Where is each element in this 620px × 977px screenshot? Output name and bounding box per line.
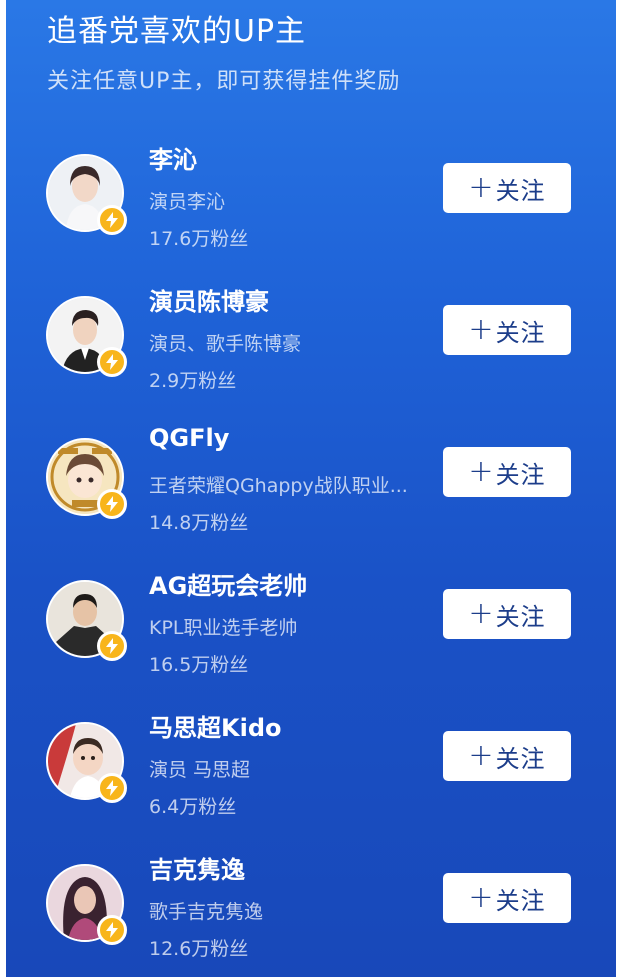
plus-icon: + — [468, 454, 494, 489]
follow-label: 关注 — [495, 744, 546, 773]
up-description: 演员、歌手陈博豪 — [149, 333, 302, 355]
up-description: 演员 马思超 — [149, 759, 251, 781]
up-list-item: 吉克隽逸 歌手吉克隽逸 12.6万粉丝 + 关注 — [6, 850, 616, 977]
avatar[interactable] — [46, 438, 127, 519]
follow-button[interactable]: + 关注 — [443, 163, 571, 213]
follow-label: 关注 — [495, 602, 546, 631]
avatar[interactable] — [46, 154, 127, 235]
up-fans-count: 2.9万粉丝 — [149, 370, 237, 392]
up-fans-count: 17.6万粉丝 — [149, 228, 249, 250]
up-name[interactable]: 李沁 — [149, 140, 197, 175]
up-list-item: QGFly 王者荣耀QGhappy战队职业... 14.8万粉丝 + 关注 — [6, 424, 616, 566]
plus-icon: + — [468, 170, 494, 205]
up-description: 王者荣耀QGhappy战队职业... — [149, 475, 408, 497]
up-list-item: 李沁 演员李沁 17.6万粉丝 + 关注 — [6, 140, 616, 282]
up-list-item: AG超玩会老帅 KPL职业选手老帅 16.5万粉丝 + 关注 — [6, 566, 616, 708]
follow-label: 关注 — [495, 460, 546, 489]
up-description: 歌手吉克隽逸 — [149, 901, 264, 923]
follow-label: 关注 — [495, 176, 546, 205]
up-name[interactable]: 吉克隽逸 — [149, 850, 245, 885]
follow-button[interactable]: + 关注 — [443, 447, 571, 497]
lightning-badge-icon — [97, 915, 127, 945]
up-fans-count: 12.6万粉丝 — [149, 938, 249, 960]
avatar[interactable] — [46, 864, 127, 945]
plus-icon: + — [468, 738, 494, 773]
lightning-badge-icon — [97, 489, 127, 519]
follow-label: 关注 — [495, 318, 546, 347]
avatar[interactable] — [46, 580, 127, 661]
plus-icon: + — [468, 312, 494, 347]
lightning-badge-icon — [97, 347, 127, 377]
up-name[interactable]: QGFly — [149, 424, 229, 452]
avatar[interactable] — [46, 296, 127, 377]
lightning-badge-icon — [97, 631, 127, 661]
follow-label: 关注 — [495, 886, 546, 915]
up-fans-count: 16.5万粉丝 — [149, 654, 249, 676]
up-recommendation-panel: 追番党喜欢的UP主 关注任意UP主，即可获得挂件奖励 李沁 演员李沁 17.6万… — [6, 0, 616, 977]
follow-button[interactable]: + 关注 — [443, 589, 571, 639]
up-fans-count: 14.8万粉丝 — [149, 512, 249, 534]
avatar[interactable] — [46, 722, 127, 803]
panel-subtitle: 关注任意UP主，即可获得挂件奖励 — [47, 69, 401, 94]
plus-icon: + — [468, 880, 494, 915]
lightning-badge-icon — [97, 205, 127, 235]
follow-button[interactable]: + 关注 — [443, 305, 571, 355]
follow-button[interactable]: + 关注 — [443, 873, 571, 923]
lightning-badge-icon — [97, 773, 127, 803]
up-description: 演员李沁 — [149, 191, 226, 213]
up-name[interactable]: AG超玩会老帅 — [149, 566, 307, 601]
up-description: KPL职业选手老帅 — [149, 617, 298, 639]
up-list-item: 马思超Kido 演员 马思超 6.4万粉丝 + 关注 — [6, 708, 616, 850]
up-fans-count: 6.4万粉丝 — [149, 796, 237, 818]
up-list-item: 演员陈博豪 演员、歌手陈博豪 2.9万粉丝 + 关注 — [6, 282, 616, 424]
panel-title: 追番党喜欢的UP主 — [47, 14, 307, 49]
plus-icon: + — [468, 596, 494, 631]
up-name[interactable]: 演员陈博豪 — [149, 282, 269, 317]
follow-button[interactable]: + 关注 — [443, 731, 571, 781]
up-name[interactable]: 马思超Kido — [149, 708, 282, 743]
